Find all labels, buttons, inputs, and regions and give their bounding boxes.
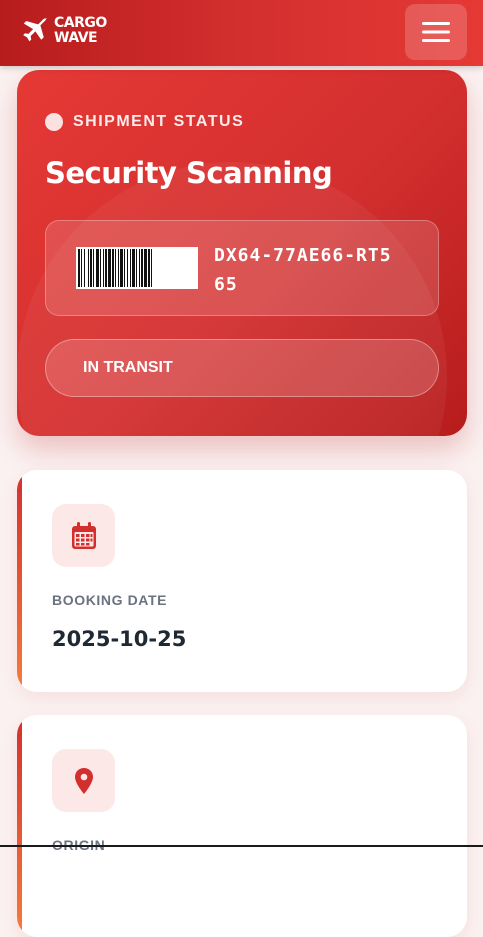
- status-eyebrow-label: SHIPMENT STATUS: [73, 113, 245, 130]
- booking-date-card: BOOKING DATE 2025-10-25: [17, 470, 467, 692]
- card-accent-bar: [17, 715, 22, 937]
- brand-logo[interactable]: CARGO WAVE: [20, 16, 107, 46]
- menu-button[interactable]: [405, 4, 467, 60]
- barcode-icon: [76, 247, 198, 289]
- status-eyebrow: SHIPMENT STATUS: [45, 113, 244, 131]
- status-dot-icon: [45, 113, 63, 131]
- shipment-status-title: Security Scanning: [45, 156, 333, 190]
- hamburger-menu-icon: [422, 22, 450, 42]
- plane-icon: [23, 16, 47, 42]
- booking-date-value: 2025-10-25: [52, 627, 187, 651]
- card-accent-bar: [17, 470, 22, 692]
- origin-card: ORIGIN: [17, 715, 467, 937]
- calendar-icon-badge: [52, 504, 115, 567]
- calendar-icon: [71, 521, 96, 549]
- location-pin-icon: [74, 767, 93, 794]
- tracking-code-box[interactable]: DX64-77AE66-RT565: [45, 220, 439, 316]
- tracking-code: DX64-77AE66-RT565: [214, 245, 392, 295]
- brand-name: CARGO WAVE: [54, 15, 107, 46]
- shipment-status-card: SHIPMENT STATUS Security Scanning DX64-7…: [17, 70, 467, 436]
- top-app-bar: CARGO WAVE: [0, 0, 483, 66]
- transit-status-pill[interactable]: IN TRANSIT: [45, 339, 439, 397]
- transit-status-label: IN TRANSIT: [83, 359, 173, 376]
- location-icon-badge: [52, 749, 115, 812]
- booking-date-label: BOOKING DATE: [52, 592, 168, 608]
